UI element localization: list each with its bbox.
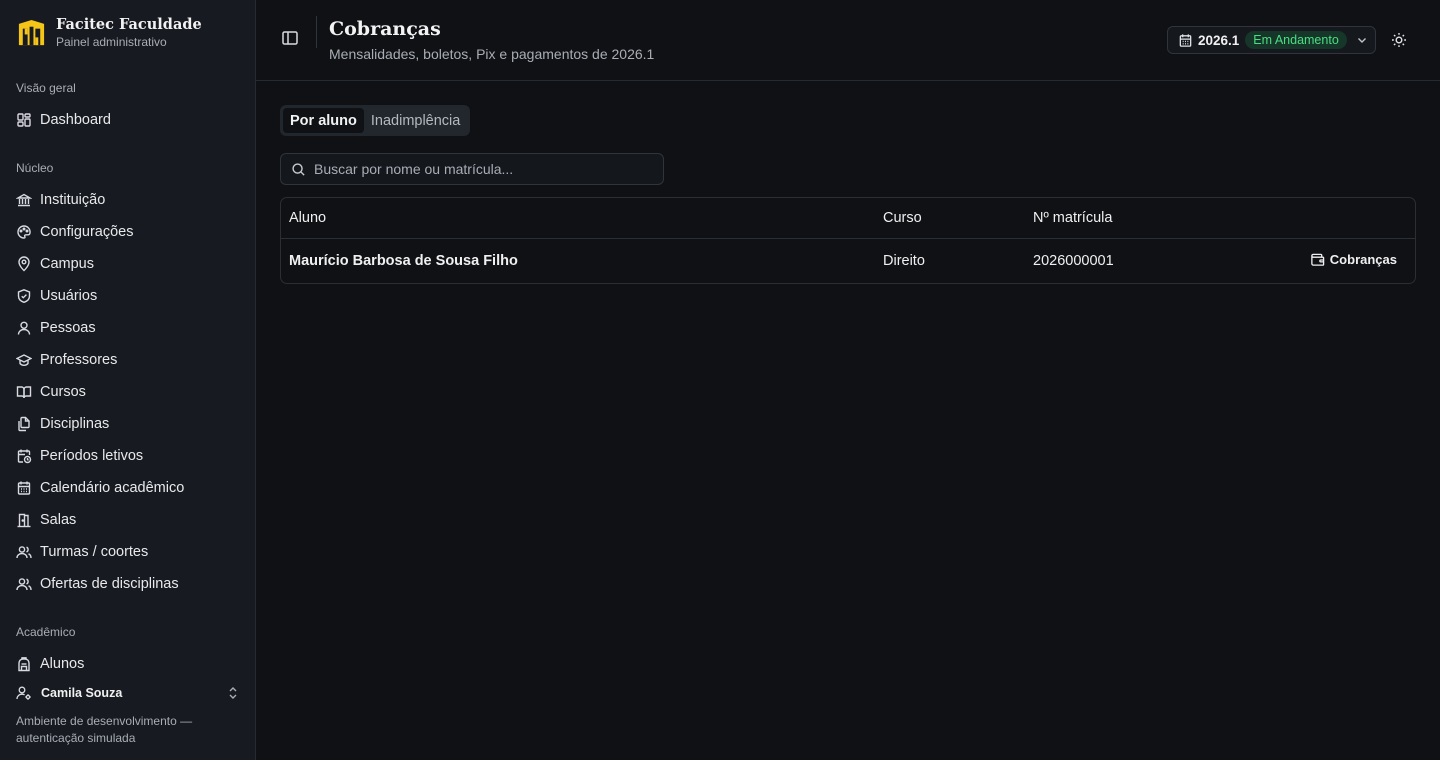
environment-note: Ambiente de desenvolvimento — autenticaç… bbox=[16, 714, 193, 745]
column-header-matricula: Nº matrícula bbox=[1033, 210, 1113, 226]
page-title: Cobranças bbox=[329, 18, 441, 40]
main-content: Cobranças Mensalidades, boletos, Pix e p… bbox=[256, 0, 1440, 760]
group-label-nucleo: Núcleo bbox=[16, 161, 54, 175]
table-row[interactable]: Maurício Barbosa de Sousa Filho Direito … bbox=[281, 239, 1415, 284]
graduation-cap-icon bbox=[16, 354, 32, 367]
tab-por-aluno[interactable]: Por aluno bbox=[283, 108, 364, 133]
sidebar-item-alunos[interactable]: Alunos bbox=[8, 649, 248, 679]
palette-icon bbox=[17, 225, 31, 239]
column-header-curso: Curso bbox=[883, 210, 922, 226]
institution-icon bbox=[16, 193, 32, 207]
sidebar-item-dashboard[interactable]: Dashboard bbox=[8, 105, 248, 135]
user-cog-icon bbox=[16, 686, 31, 700]
calendar-icon bbox=[17, 481, 31, 495]
user-menu[interactable]: Camila Souza bbox=[16, 684, 240, 702]
sidebar-item-label: Disciplinas bbox=[40, 416, 110, 432]
tab-list: Por aluno Inadimplência bbox=[280, 105, 471, 136]
cell-aluno: Maurício Barbosa de Sousa Filho bbox=[289, 253, 518, 269]
sidebar-item-label: Ofertas de disciplinas bbox=[40, 576, 179, 592]
shield-icon bbox=[17, 289, 31, 304]
dashboard-icon bbox=[17, 113, 31, 127]
sidebar-item-label: Calendário acadêmico bbox=[40, 480, 185, 496]
sidebar-item-professores[interactable]: Professores bbox=[8, 345, 248, 375]
sidebar-item-label: Configurações bbox=[40, 224, 134, 240]
cell-curso: Direito bbox=[883, 253, 925, 269]
page-subtitle: Mensalidades, boletos, Pix e pagamentos … bbox=[329, 46, 655, 62]
cobrancas-button-label: Cobranças bbox=[1329, 252, 1397, 267]
user-name: Camila Souza bbox=[41, 686, 123, 700]
sidebar-item-salas[interactable]: Salas bbox=[8, 505, 248, 535]
group-label-academico: Acadêmico bbox=[16, 625, 76, 639]
search-box bbox=[280, 153, 664, 185]
status-badge: Em Andamento bbox=[1245, 31, 1347, 49]
wallet-icon bbox=[1311, 253, 1325, 266]
topbar-divider bbox=[316, 16, 317, 48]
cobrancas-button[interactable]: Cobranças bbox=[1310, 252, 1397, 267]
backpack-icon bbox=[18, 657, 30, 672]
sidebar-item-label: Pessoas bbox=[40, 320, 96, 336]
sidebar-item-label: Salas bbox=[40, 512, 77, 528]
files-icon bbox=[18, 416, 30, 432]
period-select[interactable]: 2026.1 Em Andamento bbox=[1167, 26, 1376, 54]
sidebar-item-periodos-letivos[interactable]: Períodos letivos bbox=[8, 441, 248, 471]
book-open-icon bbox=[16, 386, 32, 399]
calendar-clock-icon bbox=[17, 449, 32, 464]
brand[interactable]: Facitec Faculdade Painel administrativo bbox=[16, 16, 202, 50]
sidebar-item-usuarios[interactable]: Usuários bbox=[8, 281, 248, 311]
sidebar-item-disciplinas[interactable]: Disciplinas bbox=[8, 409, 248, 439]
group-label-visao-geral: Visão geral bbox=[16, 81, 76, 95]
period-year: 2026.1 bbox=[1198, 32, 1240, 48]
sidebar-toggle-icon[interactable] bbox=[280, 28, 300, 48]
sidebar-item-ofertas-de-disciplinas[interactable]: Ofertas de disciplinas bbox=[8, 569, 248, 599]
search-input[interactable] bbox=[314, 161, 644, 177]
sidebar-item-pessoas[interactable]: Pessoas bbox=[8, 313, 248, 343]
sidebar-item-label: Usuários bbox=[40, 288, 98, 304]
topbar: Cobranças Mensalidades, boletos, Pix e p… bbox=[256, 0, 1440, 81]
sidebar-item-label: Alunos bbox=[40, 656, 85, 672]
sidebar-item-label: Campus bbox=[40, 256, 94, 272]
tab-inadimplencia[interactable]: Inadimplência bbox=[364, 108, 467, 133]
sidebar-item-label: Turmas / coortes bbox=[40, 544, 149, 560]
calendar-icon bbox=[1179, 33, 1192, 47]
sidebar-item-label: Cursos bbox=[40, 384, 86, 400]
sidebar-item-configuracoes[interactable]: Configurações bbox=[8, 217, 248, 247]
sidebar-item-label: Instituição bbox=[40, 192, 106, 208]
door-icon bbox=[17, 513, 31, 528]
sidebar-item-campus[interactable]: Campus bbox=[8, 249, 248, 279]
map-pin-icon bbox=[18, 256, 30, 272]
sidebar-item-label: Professores bbox=[40, 352, 118, 368]
cell-matricula: 2026000001 bbox=[1033, 253, 1114, 269]
users-icon bbox=[16, 546, 32, 559]
brand-subtitle: Painel administrativo bbox=[56, 35, 167, 49]
user-icon bbox=[17, 321, 31, 335]
sidebar-item-instituicao[interactable]: Instituição bbox=[8, 185, 248, 215]
sidebar-item-label: Períodos letivos bbox=[40, 448, 144, 464]
brand-name: Facitec Faculdade bbox=[56, 16, 202, 33]
sidebar: Facitec Faculdade Painel administrativo … bbox=[0, 0, 256, 760]
column-header-aluno: Aluno bbox=[289, 210, 327, 226]
facitec-logo bbox=[18, 19, 45, 45]
chevrons-up-down-icon bbox=[229, 687, 237, 699]
sidebar-item-calendario-academico[interactable]: Calendário acadêmico bbox=[8, 473, 248, 503]
sidebar-item-cursos[interactable]: Cursos bbox=[8, 377, 248, 407]
sidebar-item-turmas-coortes[interactable]: Turmas / coortes bbox=[8, 537, 248, 567]
users-icon bbox=[16, 578, 32, 591]
search-icon bbox=[292, 162, 305, 176]
sidebar-item-label: Dashboard bbox=[40, 112, 111, 128]
students-table: Aluno Curso Nº matrícula Maurício Barbos… bbox=[280, 197, 1416, 284]
sun-icon[interactable] bbox=[1391, 32, 1407, 48]
table-header: Aluno Curso Nº matrícula bbox=[281, 198, 1415, 239]
chevron-down-icon bbox=[1357, 38, 1366, 43]
